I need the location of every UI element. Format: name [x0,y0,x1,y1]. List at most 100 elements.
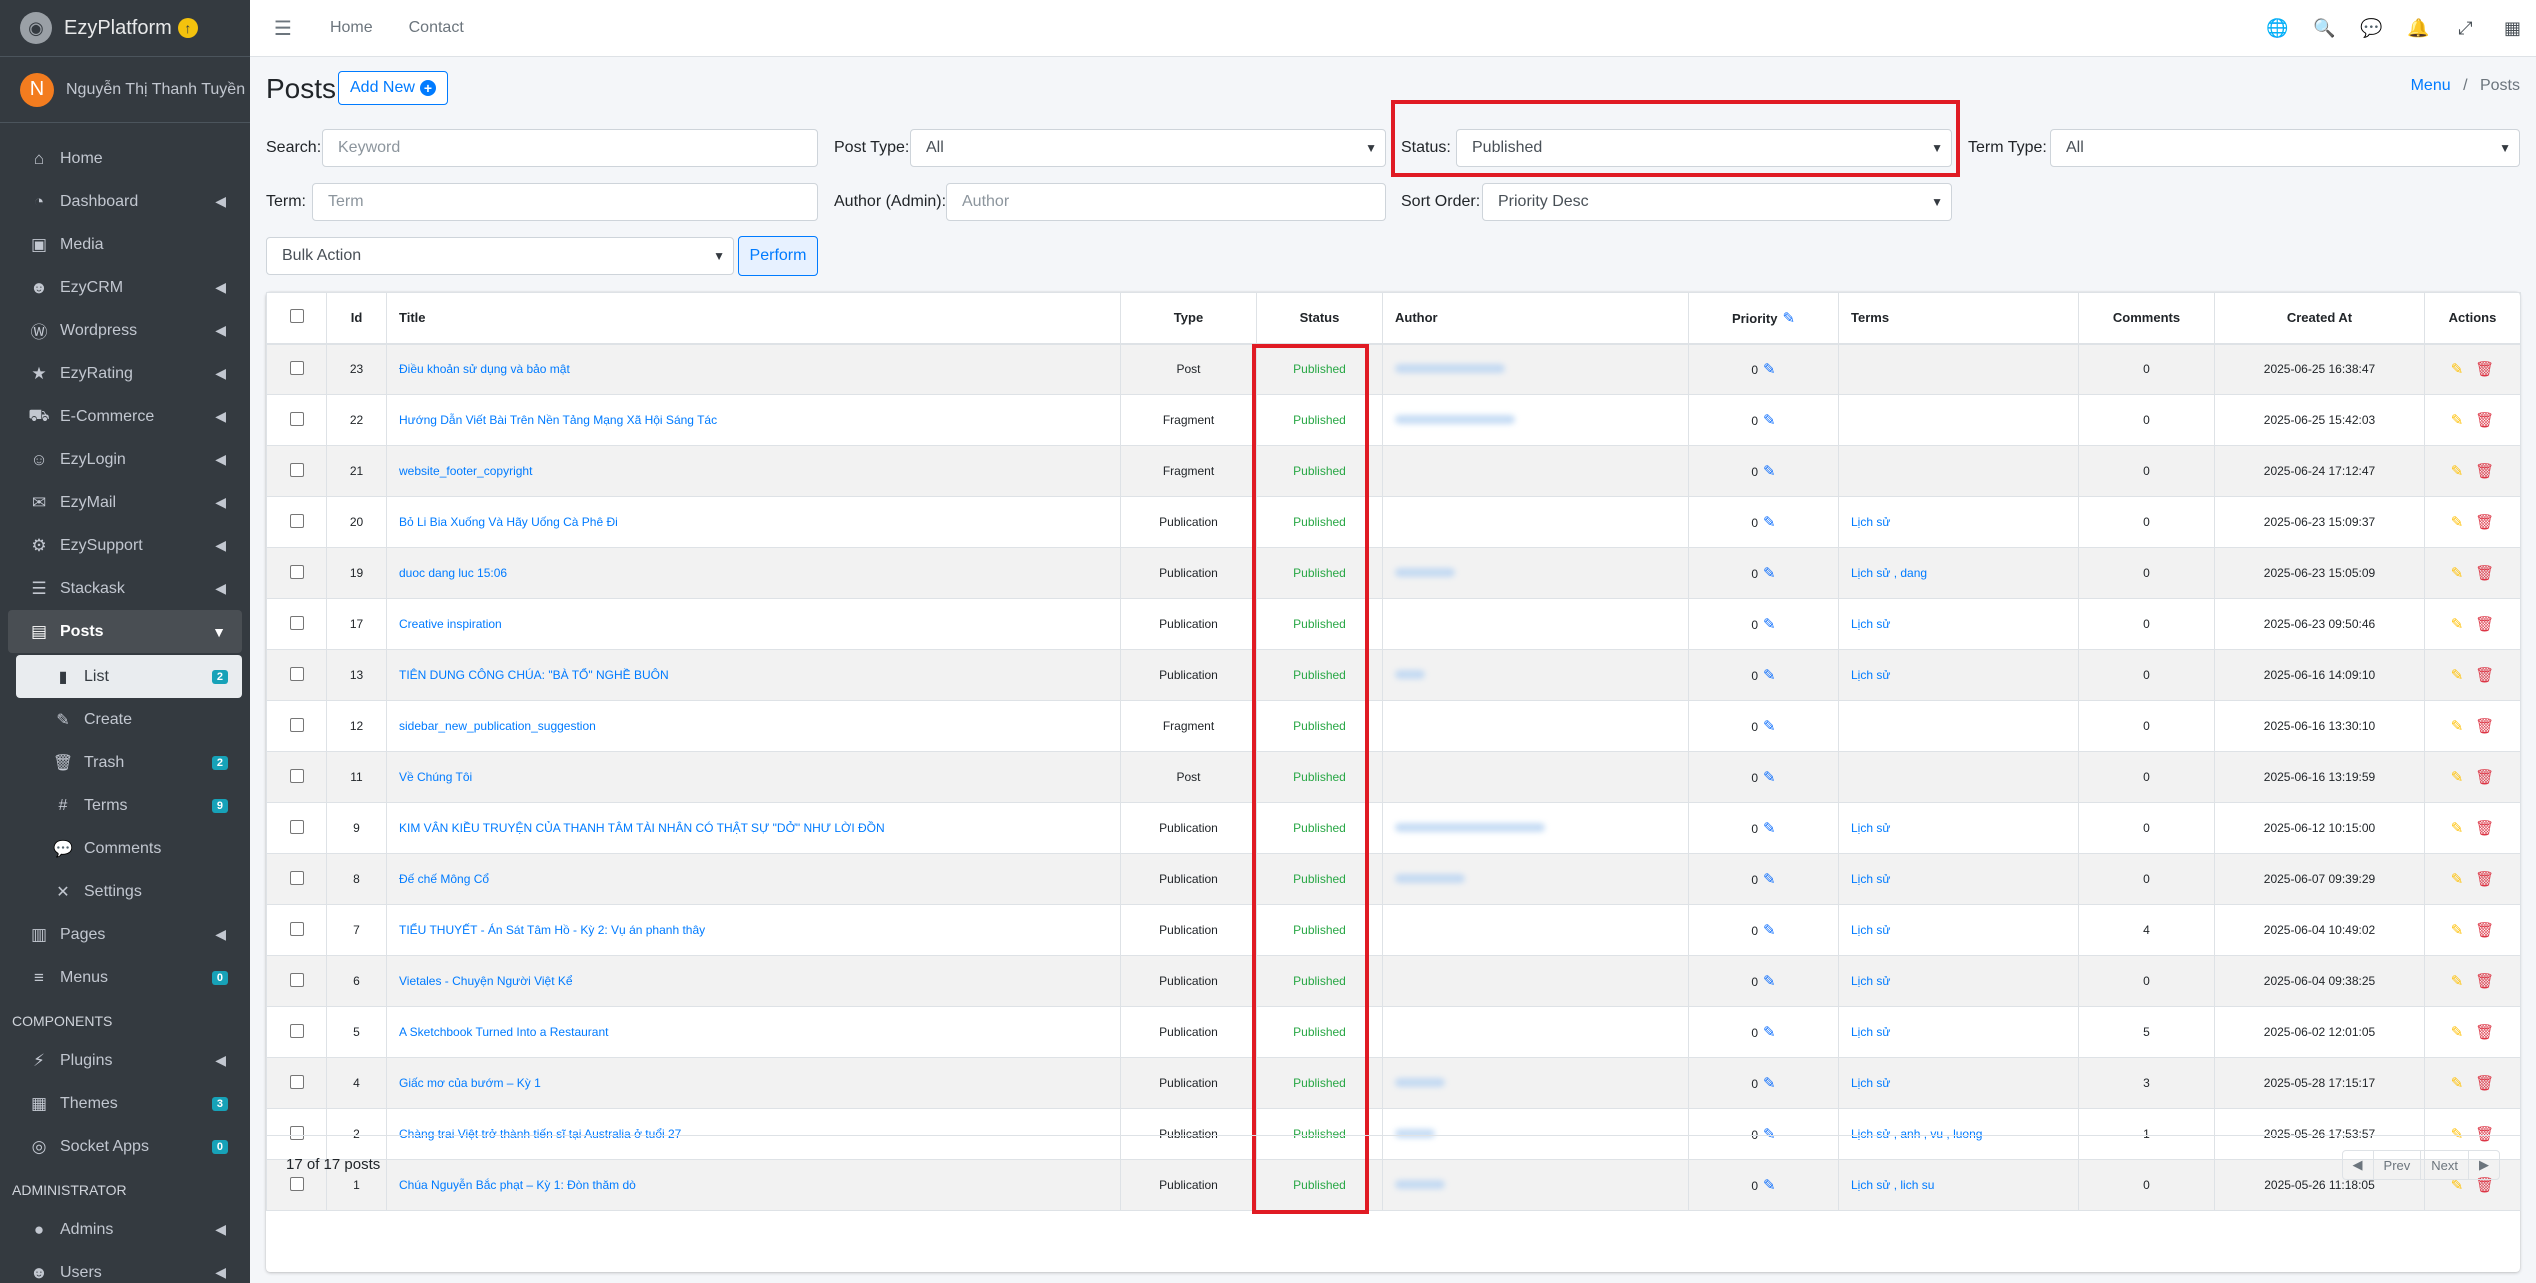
trash-icon[interactable]: 🗑 [2475,922,2494,939]
edit-priority-icon[interactable]: ✎ [1763,922,1776,939]
trash-icon[interactable]: 🗑 [2475,871,2494,888]
col-author[interactable]: Author [1382,292,1689,345]
row-title-link[interactable]: Creative inspiration [399,617,502,631]
hamburger-icon[interactable]: ☰ [274,16,292,41]
trash-icon[interactable]: 🗑 [2475,463,2494,480]
user-panel[interactable]: N Nguyễn Thị Thanh Tuyền [0,57,250,123]
row-title-link[interactable]: Giấc mơ của bướm – Kỳ 1 [399,1076,541,1090]
row-terms-links[interactable]: Lịch sử [1851,668,1890,682]
row-title-link[interactable]: TIÊN DUNG CÔNG CHÚA: "BÀ TỔ" NGHỀ BUÔN [399,668,669,682]
row-terms-links[interactable]: Lịch sử [1851,1076,1890,1090]
sidebar-item-ezylogin[interactable]: ☺ EzyLogin ◀ [8,438,242,481]
pencil-icon[interactable]: ✎ [2451,565,2464,582]
pencil-icon[interactable]: ✎ [2451,1024,2464,1041]
edit-priority-icon[interactable]: ✎ [1763,1024,1776,1041]
trash-icon[interactable]: 🗑 [2475,820,2494,837]
col-id[interactable]: Id [326,292,387,345]
sidebar-item-socket-apps[interactable]: ◎ Socket Apps 0 [8,1125,242,1168]
last-page-icon[interactable]: ▶ [2468,1151,2499,1179]
pencil-icon[interactable]: ✎ [2451,922,2464,939]
sidebar-item-stackask[interactable]: ☰ Stackask ◀ [8,567,242,610]
nav-home-link[interactable]: Home [330,19,373,37]
row-checkbox[interactable] [289,513,304,528]
pencil-icon[interactable]: ✎ [2451,361,2464,378]
pencil-icon[interactable]: ✎ [2451,973,2464,990]
author-blurred[interactable] [1395,415,1515,424]
pencil-icon[interactable]: ✎ [2451,820,2464,837]
pencil-icon[interactable]: ✎ [2451,412,2464,429]
row-terms-links[interactable]: Lịch sử [1851,821,1890,835]
term-input[interactable]: Term [312,183,818,221]
col-comments[interactable]: Comments [2078,292,2215,345]
row-title-link[interactable]: Đế chế Mông Cổ [399,872,489,886]
pencil-icon[interactable]: ✎ [2451,514,2464,531]
col-title[interactable]: Title [386,292,1121,345]
edit-priority-icon[interactable]: ✎ [1763,361,1776,378]
row-title-link[interactable]: Bỏ Li Bia Xuống Và Hãy Uống Cà Phê Đi [399,515,618,529]
trash-icon[interactable]: 🗑 [2475,565,2494,582]
col-priority[interactable]: Priority ✎ [1688,292,1839,345]
sidebar-sub-list[interactable]: ▮ List 2 [16,655,242,698]
trash-icon[interactable]: 🗑 [2475,1075,2494,1092]
col-terms[interactable]: Terms [1838,292,2079,345]
sidebar-item-posts[interactable]: ▤ Posts ▼ [8,610,242,653]
edit-priority-icon[interactable]: ✎ [1763,616,1776,633]
edit-priority-icon[interactable]: ✎ [1763,973,1776,990]
row-checkbox[interactable] [289,462,304,477]
sidebar-item-dashboard[interactable]: ◔ Dashboard ◀ [8,180,242,223]
row-title-link[interactable]: website_footer_copyright [399,464,532,478]
sidebar-item-ezysupport[interactable]: ⚙ EzySupport ◀ [8,524,242,567]
pencil-icon[interactable]: ✎ [2451,871,2464,888]
term-type-select[interactable]: All ▼ [2050,129,2520,167]
row-terms-links[interactable]: Lịch sử [1851,923,1890,937]
edit-priority-icon[interactable]: ✎ [1763,769,1776,786]
row-checkbox[interactable] [289,1074,304,1089]
row-title-link[interactable]: sidebar_new_publication_suggestion [399,719,596,733]
sidebar-item-wordpress[interactable]: Ⓦ Wordpress ◀ [8,309,242,352]
sidebar-item-plugins[interactable]: ⚡ Plugins ◀ [8,1039,242,1082]
sidebar-sub-comments[interactable]: 💬 Comments [16,827,242,870]
row-checkbox[interactable] [289,972,304,987]
sidebar-item-ezymail[interactable]: ✉ EzyMail ◀ [8,481,242,524]
prev-button[interactable]: Prev [2372,1151,2421,1179]
row-title-link[interactable]: KIM VÂN KIỀU TRUYỆN CỦA THANH TÂM TÀI NH… [399,821,885,835]
row-terms-links[interactable]: Lịch sử , dang [1851,566,1927,580]
select-all-checkbox[interactable] [289,309,304,324]
col-status[interactable]: Status [1256,292,1383,345]
row-terms-links[interactable]: Lịch sử [1851,974,1890,988]
edit-priority-icon[interactable]: ✎ [1763,514,1776,531]
sidebar-item-themes[interactable]: ▦ Themes 3 [8,1082,242,1125]
row-title-link[interactable]: duoc dang luc 15:06 [399,566,507,580]
search-input[interactable]: Keyword [322,129,818,167]
row-checkbox[interactable] [289,564,304,579]
row-checkbox[interactable] [289,666,304,681]
edit-priority-icon[interactable]: ✎ [1763,871,1776,888]
row-checkbox[interactable] [289,1023,304,1038]
edit-priority-icon[interactable]: ✎ [1763,667,1776,684]
pencil-icon[interactable]: ✎ [2451,769,2464,786]
sidebar-sub-trash[interactable]: 🗑 Trash 2 [16,741,242,784]
bell-icon[interactable]: 🔔 [2395,18,2442,39]
row-checkbox[interactable] [289,615,304,630]
row-checkbox[interactable] [289,768,304,783]
trash-icon[interactable]: 🗑 [2475,361,2494,378]
edit-priority-icon[interactable]: ✎ [1763,565,1776,582]
row-checkbox[interactable] [289,411,304,426]
trash-icon[interactable]: 🗑 [2475,1024,2494,1041]
trash-icon[interactable]: 🗑 [2475,667,2494,684]
add-new-button[interactable]: Add New + [338,71,448,105]
trash-icon[interactable]: 🗑 [2475,973,2494,990]
pencil-icon[interactable]: ✎ [2451,1075,2464,1092]
grid-icon[interactable]: ▦ [2489,18,2536,39]
comments-icon[interactable]: 💬 [2348,18,2395,39]
author-blurred[interactable] [1395,670,1425,679]
author-blurred[interactable] [1395,823,1545,832]
row-checkbox[interactable] [289,921,304,936]
sidebar-item-admins[interactable]: ● Admins ◀ [8,1208,242,1251]
row-checkbox[interactable] [289,717,304,732]
edit-priority-icon[interactable]: ✎ [1763,718,1776,735]
col-type[interactable]: Type [1120,292,1257,345]
sidebar-sub-terms[interactable]: # Terms 9 [16,784,242,827]
sidebar-item-ezycrm[interactable]: ☻ EzyCRM ◀ [8,266,242,309]
row-terms-links[interactable]: Lịch sử [1851,1025,1890,1039]
